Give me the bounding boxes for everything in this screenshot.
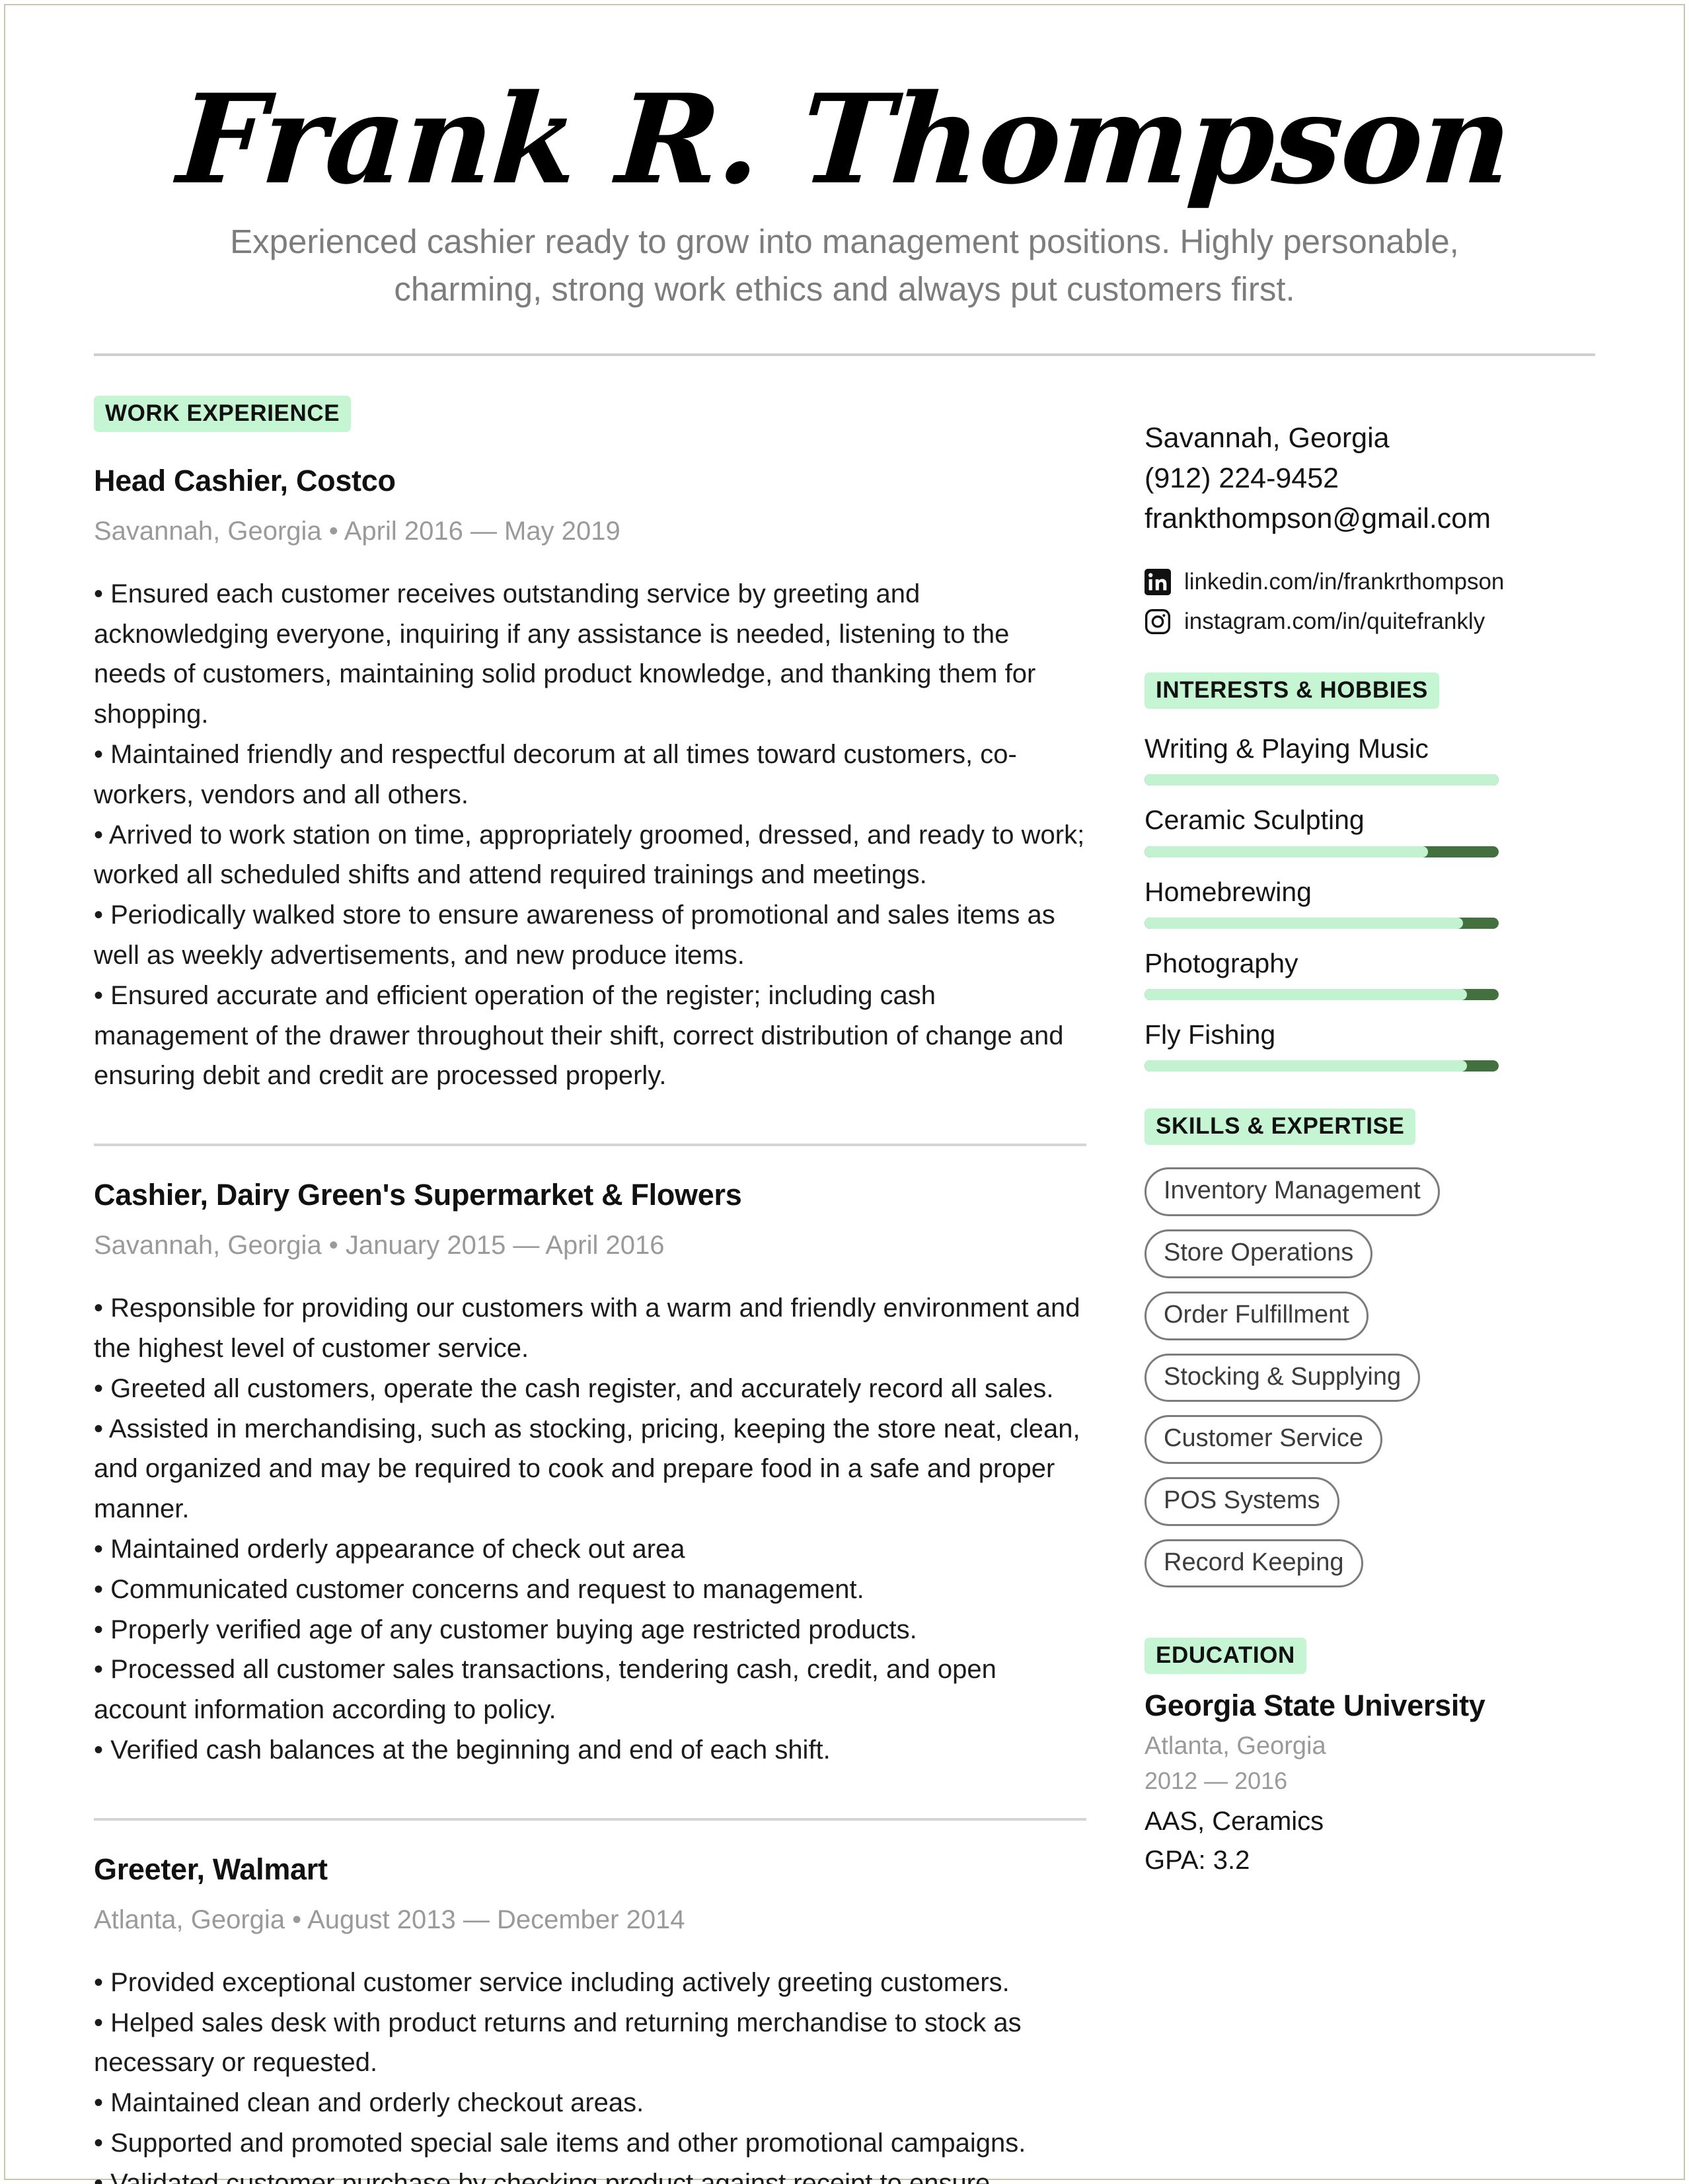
- hobby-label: Ceramic Sculpting: [1145, 805, 1365, 836]
- social-link-instagram-text: instagram.com/in/quitefrankly: [1184, 608, 1485, 634]
- job-bullet: • Greeted all customers, operate the cas…: [94, 1373, 1054, 1403]
- job-meta: Savannah, Georgia • January 2015 — April…: [94, 1231, 665, 1260]
- hobby-list: Writing & Playing Music Ceramic Sculpting…: [1145, 731, 1499, 1072]
- skill-row: Inventory Management: [1145, 1167, 1499, 1229]
- section-heading-work-experience: WORK EXPERIENCE: [94, 395, 352, 432]
- sidebar-column: Savannah, Georgia (912) 224-9452 frankth…: [1145, 396, 1504, 1875]
- job-bullet-list: • Ensured each customer receives outstan…: [94, 574, 1086, 1096]
- job-meta: Savannah, Georgia • April 2016 — May 201…: [94, 516, 620, 546]
- contact-email[interactable]: frankthompson@gmail.com: [1145, 499, 1499, 539]
- candidate-tagline: Experienced cashier ready to grow into m…: [230, 223, 1459, 309]
- hobby-level-bar: [1145, 774, 1499, 786]
- work-experience-entry: Greeter, Walmart Atlanta, Georgia • Augus…: [94, 1821, 1086, 2184]
- instagram-icon: [1145, 608, 1170, 634]
- resume-page: Frank R. Thompson Experienced cashier re…: [0, 0, 1689, 2184]
- job-title: Greeter, Walmart: [94, 1852, 328, 1886]
- skill-row: POS Systems: [1145, 1476, 1499, 1539]
- job-bullet: • Responsible for providing our customer…: [94, 1293, 1080, 1363]
- education-section: EDUCATION Georgia State University Atlan…: [1145, 1638, 1499, 1875]
- job-bullet: • Maintained friendly and respectful dec…: [94, 740, 1017, 809]
- education-entry: Georgia State University Atlanta, Georgi…: [1145, 1689, 1499, 1875]
- social-links: linkedin.com/in/frankrthompson instagram…: [1145, 568, 1504, 636]
- hobby-item: Fly Fishing: [1145, 1017, 1499, 1072]
- social-link-instagram[interactable]: instagram.com/in/quitefrankly: [1145, 608, 1499, 636]
- linkedin-icon: [1145, 568, 1171, 595]
- contact-phone[interactable]: (912) 224-9452: [1145, 458, 1499, 499]
- skill-row: Order Fulfillment: [1145, 1291, 1499, 1354]
- job-bullet: • Maintained clean and orderly checkout …: [94, 2088, 644, 2118]
- skill-row: Customer Service: [1145, 1415, 1499, 1477]
- hobby-level-bar-track: [1145, 917, 1464, 929]
- skill-pill: Stocking & Supplying: [1145, 1353, 1421, 1402]
- contact-location: Savannah, Georgia: [1145, 421, 1390, 454]
- education-years: 2012 — 2016: [1145, 1767, 1288, 1795]
- hobby-level-bar: [1145, 989, 1499, 1001]
- education-location: Atlanta, Georgia: [1145, 1732, 1326, 1761]
- hobby-label: Fly Fishing: [1145, 1019, 1276, 1050]
- hobby-item: Ceramic Sculpting: [1145, 803, 1499, 857]
- hobby-level-bar: [1145, 846, 1499, 857]
- social-link-linkedin[interactable]: linkedin.com/in/frankrthompson: [1145, 568, 1504, 596]
- job-bullet: • Verified cash balances at the beginnin…: [94, 1735, 831, 1765]
- resume-header: Frank R. Thompson Experienced cashier re…: [94, 0, 1595, 356]
- job-bullet: • Helped sales desk with product returns…: [94, 2008, 1022, 2078]
- hobby-label: Photography: [1145, 947, 1298, 978]
- skill-pill: Record Keeping: [1145, 1539, 1363, 1588]
- hobby-level-bar-track: [1145, 774, 1499, 786]
- job-bullet: • Provided exceptional customer service …: [94, 1967, 1010, 1997]
- section-heading-interests: INTERESTS & HOBBIES: [1145, 672, 1440, 709]
- job-bullet: • Periodically walked store to ensure aw…: [94, 900, 1055, 970]
- job-bullet: • Ensured each customer receives outstan…: [94, 579, 1036, 729]
- resume-sheet: Frank R. Thompson Experienced cashier re…: [0, 0, 1689, 2184]
- interests-section: INTERESTS & HOBBIES Writing & Playing Mu…: [1145, 672, 1499, 1072]
- education-gpa: GPA: 3.2: [1145, 1846, 1250, 1875]
- job-bullet-list: • Responsible for providing our customer…: [94, 1288, 1086, 1770]
- skill-list: Inventory Management Store Operations Orde…: [1145, 1167, 1499, 1601]
- job-title: Cashier, Dairy Green's Supermarket & Flo…: [94, 1178, 742, 1212]
- skills-section: SKILLS & EXPERTISE Inventory Management S…: [1145, 1109, 1499, 1601]
- job-bullet: • Assisted in merchandising, such as sto…: [94, 1414, 1080, 1524]
- skill-pill: POS Systems: [1145, 1476, 1339, 1526]
- hobby-item: Homebrewing: [1145, 875, 1499, 929]
- skill-pill: Customer Service: [1145, 1415, 1382, 1464]
- skill-row: Record Keeping: [1145, 1539, 1499, 1601]
- hobby-item: Photography: [1145, 946, 1499, 1001]
- skill-row: Stocking & Supplying: [1145, 1353, 1499, 1416]
- job-bullet: • Maintained orderly appearance of check…: [94, 1534, 685, 1564]
- job-bullet: • Ensured accurate and efficient operati…: [94, 980, 1064, 1091]
- education-school: Georgia State University: [1145, 1689, 1485, 1723]
- education-degree: AAS, Ceramics: [1145, 1807, 1324, 1837]
- hobby-item: Writing & Playing Music: [1145, 731, 1499, 786]
- candidate-name: Frank R. Thompson: [173, 67, 1516, 211]
- hobby-level-bar-track: [1145, 989, 1467, 1001]
- job-title: Head Cashier, Costco: [94, 463, 396, 497]
- skill-pill: Inventory Management: [1145, 1167, 1440, 1217]
- job-bullet: • Arrived to work station on time, appro…: [94, 820, 1085, 890]
- section-heading-skills: SKILLS & EXPERTISE: [1145, 1109, 1416, 1146]
- main-column: WORK EXPERIENCE Head Cashier, Costco Sava…: [94, 395, 1145, 2184]
- hobby-level-bar: [1145, 917, 1499, 929]
- job-bullet: • Communicated customer concerns and req…: [94, 1574, 864, 1604]
- skill-pill: Store Operations: [1145, 1229, 1373, 1278]
- hobby-label: Homebrewing: [1145, 876, 1312, 907]
- job-bullet: • Validated customer purchase by checkin…: [94, 2168, 991, 2184]
- hobby-label: Writing & Playing Music: [1145, 733, 1429, 764]
- job-bullet: • Properly verified age of any customer …: [94, 1615, 917, 1644]
- job-bullet-list: • Provided exceptional customer service …: [94, 1963, 1086, 2184]
- hobby-level-bar-track: [1145, 1060, 1467, 1072]
- work-experience-entry: Cashier, Dairy Green's Supermarket & Flo…: [94, 1146, 1086, 1821]
- work-experience-list: Head Cashier, Costco Savannah, Georgia • …: [94, 432, 1086, 2184]
- contact-block: Savannah, Georgia (912) 224-9452 frankth…: [1145, 418, 1499, 539]
- job-bullet: • Supported and promoted special sale it…: [94, 2128, 1026, 2158]
- hobby-level-bar: [1145, 1060, 1499, 1072]
- resume-body: WORK EXPERIENCE Head Cashier, Costco Sava…: [94, 356, 1595, 2184]
- skill-pill: Order Fulfillment: [1145, 1291, 1369, 1340]
- skill-row: Store Operations: [1145, 1229, 1499, 1292]
- section-heading-education: EDUCATION: [1145, 1638, 1306, 1675]
- social-link-linkedin-text: linkedin.com/in/frankrthompson: [1184, 568, 1505, 595]
- job-bullet: • Processed all customer sales transacti…: [94, 1655, 996, 1725]
- work-experience-entry: Head Cashier, Costco Savannah, Georgia • …: [94, 432, 1086, 1147]
- job-meta: Atlanta, Georgia • August 2013 — Decembe…: [94, 1905, 685, 1934]
- hobby-level-bar-track: [1145, 846, 1428, 857]
